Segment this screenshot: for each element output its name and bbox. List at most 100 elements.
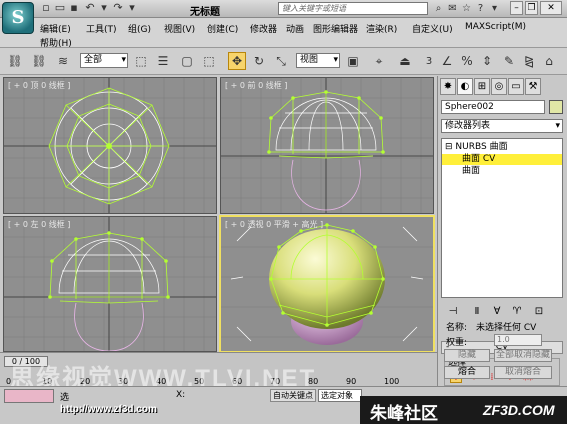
keyboard-shortcut-override-icon[interactable]: ⏏ (396, 52, 414, 70)
hide-button[interactable]: 隐藏 (444, 349, 490, 362)
set-key-filter-dropdown[interactable]: 选定对象 (318, 389, 362, 402)
object-color-swatch[interactable] (549, 100, 563, 114)
pivot-center-icon[interactable]: ▣ (344, 52, 362, 70)
save-file-icon[interactable]: ▪ (68, 2, 80, 14)
viewport-front-wireframe (221, 78, 433, 213)
selection-lock-label[interactable]: 选 (60, 390, 69, 403)
maxscript-listener[interactable] (4, 389, 54, 403)
help-dropdown-icon[interactable]: ▾ (488, 2, 501, 15)
select-and-scale-icon[interactable]: ⤡ (272, 52, 290, 70)
undo-dropdown-icon[interactable]: ▾ (98, 2, 110, 14)
select-object-icon[interactable]: ⬚ (132, 52, 150, 70)
motion-tab-icon[interactable]: ◎ (491, 78, 507, 95)
viewport-perspective[interactable]: [ + 0 透视 0 平滑 + 高光 ] (219, 215, 435, 353)
select-and-manipulate-icon[interactable]: ⌖ (370, 52, 388, 70)
favorites-star-icon[interactable]: ☆ (460, 2, 473, 15)
menu-group[interactable]: 组(G) (128, 22, 151, 35)
stack-item-nurbs-surface[interactable]: ⊟ NURBS 曲面 (445, 142, 508, 153)
menu-modifiers[interactable]: 修改器 (250, 22, 277, 35)
menu-rendering[interactable]: 渲染(R) (366, 22, 397, 35)
watermark-url: http://www.zf3d.com (60, 404, 157, 415)
window-title: 无标题 (190, 7, 220, 18)
create-selection-set-icon[interactable]: ⌂ (540, 52, 558, 70)
window-crossing-icon[interactable]: ⬚ (200, 52, 218, 70)
modify-tab-icon[interactable]: ◐ (457, 78, 473, 95)
menu-animation[interactable]: 动画 (286, 22, 304, 35)
select-and-move-icon[interactable]: ✥ (228, 52, 246, 70)
percent-snap-icon[interactable]: % (458, 52, 476, 70)
remove-modifier-icon[interactable]: ♈ (509, 304, 525, 319)
menu-views[interactable]: 视图(V) (164, 22, 195, 35)
redo-dropdown-icon[interactable]: ▾ (126, 2, 138, 14)
stack-item-label: 曲面 CV (462, 154, 496, 164)
stack-item-surface-cv[interactable]: 曲面 CV (442, 154, 562, 165)
snap-count: 3 (425, 56, 433, 67)
unlink-icon[interactable]: ⛓ (30, 52, 48, 70)
minimize-button[interactable]: – (510, 1, 523, 15)
configure-sets-icon[interactable]: ⊡ (531, 304, 547, 319)
auto-key-button[interactable]: 自动关键点 (270, 389, 316, 402)
name-label: 名称: (446, 323, 468, 333)
stack-toolbar: ⊣ Ⅱ ∀ ♈ ⊡ (441, 304, 563, 320)
redo-icon[interactable]: ↷ (112, 2, 124, 14)
menu-graph-editors[interactable]: 图形编辑器 (313, 22, 358, 35)
menu-customize[interactable]: 自定义(U) (412, 22, 453, 35)
help-icon[interactable]: ? (474, 2, 487, 15)
hierarchy-tab-icon[interactable]: ⊞ (474, 78, 490, 95)
fuse-button[interactable]: 熔合 (444, 366, 490, 379)
reference-coordinate-dropdown[interactable]: 视图 (296, 53, 340, 68)
viewport-perspective-label[interactable]: [ + 0 透视 0 平滑 + 高光 ] (225, 219, 323, 230)
viewport-left-label[interactable]: [ + 0 左 0 线框 ] (8, 219, 70, 230)
communication-center-icon[interactable]: ✉ (446, 2, 459, 15)
title-bar: S ▫ ▭ ▪ ↶ ▾ ↷ ▾ 无标题 键入关键字或短语 ⌕ ✉ ☆ ? ▾ –… (0, 0, 567, 34)
snaps-toggle-icon[interactable]: 3 (420, 52, 438, 70)
restore-button[interactable]: ❐ (525, 1, 538, 15)
select-by-name-icon[interactable]: ☰ (154, 52, 172, 70)
angle-snap-icon[interactable]: ∠ (438, 52, 456, 70)
unhide-all-button[interactable]: 全部取消隐藏 (494, 349, 552, 362)
modifier-list-dropdown[interactable]: 修改器列表 (441, 119, 563, 133)
spinner-snap-icon[interactable]: ⇕ (478, 52, 496, 70)
x-coordinate-label: X: (176, 390, 186, 400)
make-unique-icon[interactable]: ∀ (489, 304, 505, 319)
open-file-icon[interactable]: ▭ (54, 2, 66, 14)
viewport-front[interactable]: [ + 0 前 0 线框 ] (220, 77, 434, 214)
main-toolbar: ⛓ ⛓ ≋ 全部 ⬚ ☰ ▢ ⬚ ✥ ↻ ⤡ 视图 ▣ ⌖ ⏏ 3 ∠ % ⇕ … (0, 48, 567, 75)
viewport-left-wireframe (4, 217, 216, 351)
binoculars-icon[interactable]: ⌕ (432, 2, 445, 15)
cv-name-value: 未选择任何 CV (476, 323, 537, 333)
pin-stack-icon[interactable]: ⊣ (445, 304, 461, 319)
viewport-perspective-render (221, 223, 433, 345)
create-tab-icon[interactable]: ✸ (440, 78, 456, 95)
collapse-icon[interactable]: ⊟ (445, 142, 453, 152)
bind-space-warp-icon[interactable]: ≋ (54, 52, 72, 70)
display-tab-icon[interactable]: ▭ (508, 78, 524, 95)
undo-icon[interactable]: ↶ (84, 2, 96, 14)
viewport-top-label[interactable]: [ + 0 顶 0 线框 ] (8, 80, 70, 91)
utilities-tab-icon[interactable]: ⚒ (525, 78, 541, 95)
stack-item-surface[interactable]: 曲面 (462, 166, 480, 177)
modifier-stack: ⊟ NURBS 曲面 曲面 CV 曲面 (441, 138, 563, 298)
viewport-top[interactable]: [ + 0 顶 0 线框 ] (3, 77, 217, 214)
rectangular-selection-icon[interactable]: ▢ (178, 52, 196, 70)
weight-spinner[interactable]: 1.0 (494, 334, 542, 346)
menu-maxscript[interactable]: MAXScript(M) (465, 22, 526, 32)
show-end-result-icon[interactable]: Ⅱ (469, 304, 485, 319)
new-file-icon[interactable]: ▫ (40, 2, 52, 14)
menu-tools[interactable]: 工具(T) (86, 22, 117, 35)
viewport-front-label[interactable]: [ + 0 前 0 线框 ] (225, 80, 287, 91)
menu-edit[interactable]: 编辑(E) (40, 22, 71, 35)
search-input[interactable]: 键入关键字或短语 (278, 2, 428, 15)
object-name-field[interactable]: Sphere002 (441, 100, 545, 114)
viewport-top-wireframe (4, 78, 216, 213)
close-button[interactable]: ✕ (540, 1, 562, 15)
viewport-left[interactable]: [ + 0 左 0 线框 ] (3, 216, 217, 352)
selection-filter-dropdown[interactable]: 全部 (80, 53, 128, 68)
unfuse-button[interactable]: 取消熔合 (494, 366, 552, 379)
edit-named-selection-icon[interactable]: ✎ (500, 52, 518, 70)
select-and-link-icon[interactable]: ⛓ (6, 52, 24, 70)
select-and-rotate-icon[interactable]: ↻ (250, 52, 268, 70)
mirror-icon[interactable]: ⧎ (520, 52, 538, 70)
menu-create[interactable]: 创建(C) (207, 22, 238, 35)
app-menu-icon[interactable]: S (2, 2, 34, 34)
